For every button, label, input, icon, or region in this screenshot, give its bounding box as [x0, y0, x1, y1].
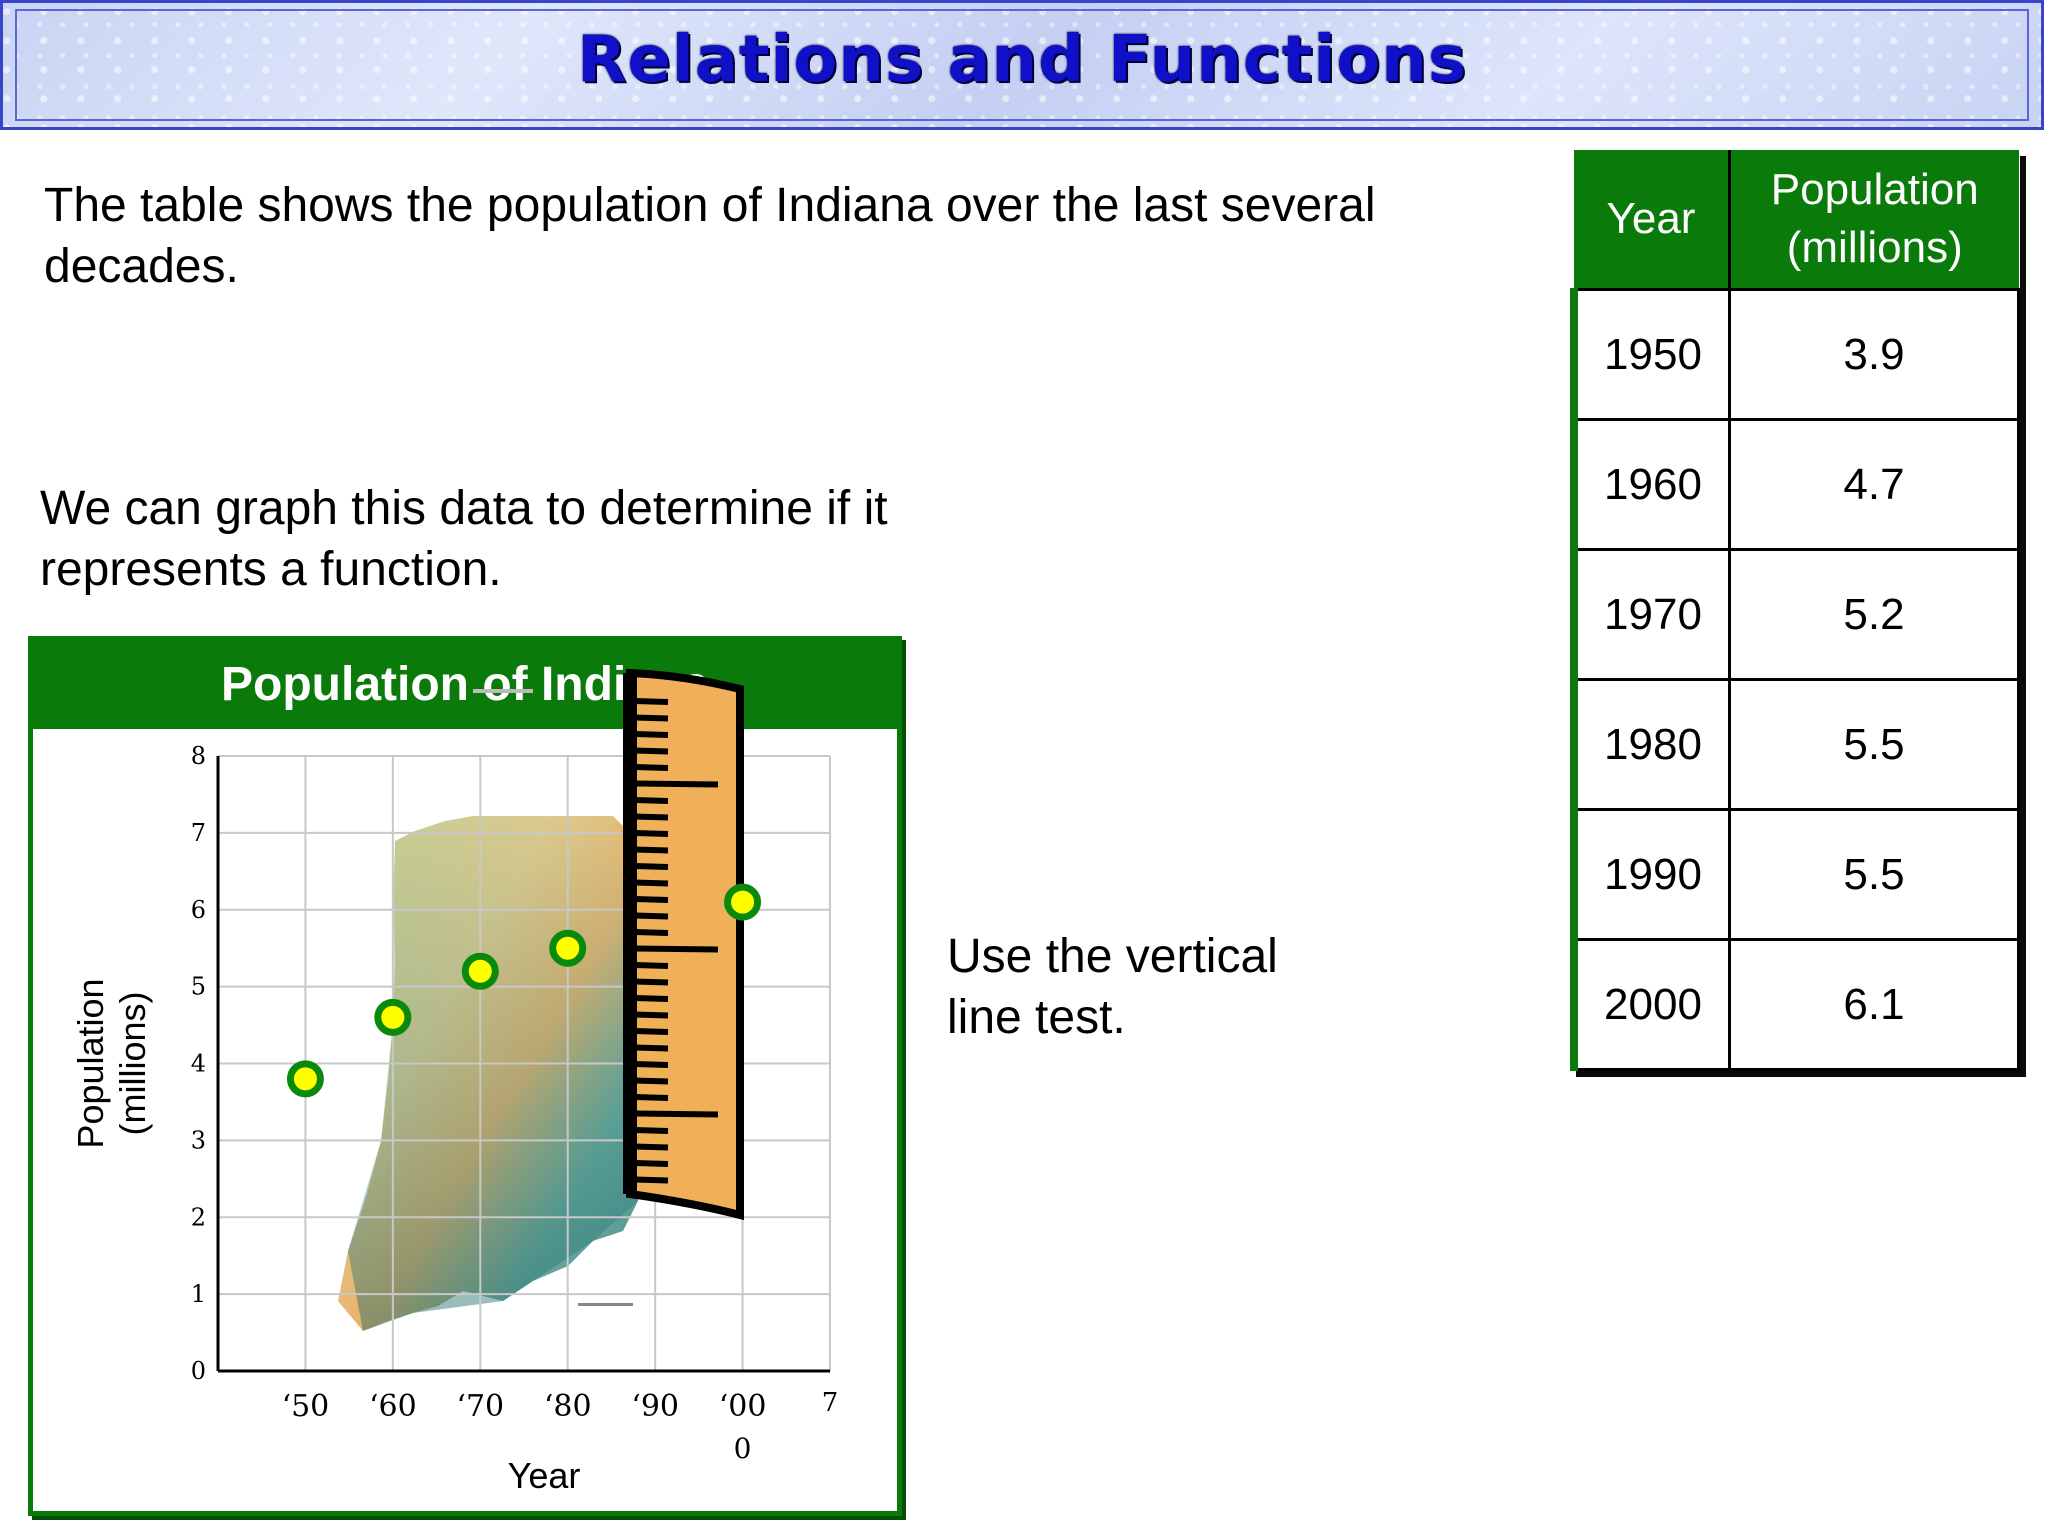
ruler-tick [632, 896, 669, 903]
chart-panel: Population of Indiana 0 1 2 3 4 5 6 7 8 … [28, 636, 902, 1516]
table-row: 1980 5.5 [1570, 678, 2020, 811]
year-cell: 1950 [1570, 288, 1731, 421]
ruler-tick [632, 698, 669, 705]
column-header-population: Population (millions) [1729, 150, 2019, 290]
table-row: 1950 3.9 [1570, 288, 2020, 421]
year-cell: 1960 [1570, 418, 1731, 551]
x-tick-label: ‘80 [544, 1389, 592, 1424]
ruler-tick [632, 912, 669, 920]
population-chart: 0 1 2 3 4 5 6 7 8 ‘50 ‘60 ‘70 ‘80 ‘90 ‘00 0 7 Year Populat… [70, 668, 839, 1496]
ruler-tick [632, 1143, 669, 1151]
x-axis-title: Year [508, 1455, 581, 1496]
table-row: 1960 4.7 [1570, 418, 2020, 551]
x-tick-label: ‘00 [719, 1389, 767, 1424]
y-tick-label: 0 [191, 1357, 206, 1385]
y-tick-label: 5 [191, 973, 206, 1001]
ruler-tick [632, 1110, 719, 1118]
year-cell: 1970 [1570, 548, 1731, 681]
y-tick-label: 2 [191, 1203, 206, 1231]
ruler-tick [632, 962, 669, 969]
x-tick-label: ‘70 [456, 1389, 504, 1424]
y-tick-label: 6 [191, 896, 206, 924]
table-row: 1970 5.2 [1570, 548, 2020, 681]
data-point [549, 929, 587, 967]
ruler-tick [632, 1127, 669, 1134]
population-cell: 3.9 [1728, 288, 2020, 421]
graph-explanation-text: We can graph this data to determine if i… [40, 482, 888, 596]
ruler-tick [632, 797, 669, 804]
data-point [461, 952, 499, 990]
ruler-tick [632, 764, 669, 771]
ruler-tick [632, 995, 669, 1002]
slide-title: Relations and Functions [577, 23, 1467, 97]
ruler-tick [632, 830, 669, 837]
population-cell: 5.2 [1728, 548, 2020, 681]
ruler-tick [632, 846, 669, 854]
ruler-tick [632, 747, 669, 755]
x-tick-label-extra: 0 [734, 1432, 752, 1465]
ruler-tick [632, 879, 669, 887]
y-tick-label: 1 [191, 1280, 206, 1308]
x-tick-label: ‘60 [369, 1389, 417, 1424]
ruler-tick [632, 978, 669, 986]
y-tick-label: 7 [191, 819, 206, 847]
y-tick-label: 4 [191, 1050, 206, 1078]
data-point [286, 1060, 324, 1098]
x-tick-label: ‘90 [631, 1389, 679, 1424]
table-header-row: Year Population (millions) [1574, 150, 2019, 290]
vertical-line-test-text: Use the vertical line test. [947, 930, 1278, 1044]
table-row: 2000 6.1 [1570, 938, 2020, 1071]
population-cell: 6.1 [1728, 938, 2020, 1071]
year-cell: 2000 [1570, 938, 1731, 1071]
intro-text: The table shows the population of Indian… [44, 179, 1376, 293]
data-point [724, 883, 762, 921]
data-point [374, 998, 412, 1036]
ruler-tick [632, 1094, 669, 1101]
table-row: 1990 5.5 [1570, 808, 2020, 941]
ruler-tick [632, 1176, 669, 1184]
map-scale-mark [578, 1303, 633, 1306]
ruler-tick [632, 945, 719, 953]
ruler-tick [632, 863, 669, 870]
population-cell: 5.5 [1728, 808, 2020, 941]
ruler-tick [632, 780, 719, 788]
ruler-tick [632, 1160, 669, 1167]
year-cell: 1980 [1570, 678, 1731, 811]
map-label-mark [473, 689, 533, 693]
x-tick-label: ‘50 [282, 1389, 330, 1424]
ruler-tick [632, 1061, 669, 1068]
y-tick-label: 8 [191, 742, 206, 770]
ruler-tick [632, 1044, 669, 1052]
population-cell: 5.5 [1728, 678, 2020, 811]
title-banner: Relations and Functions [0, 0, 2044, 130]
column-header-year: Year [1574, 150, 1731, 290]
population-table: Year Population (millions) 1950 3.9 1960… [1570, 150, 2020, 1071]
ruler-tick [632, 1011, 669, 1019]
year-cell: 1990 [1570, 808, 1731, 941]
y-tick-label: 3 [191, 1126, 206, 1154]
ruler-tick [632, 1077, 669, 1085]
ruler-icon [623, 668, 744, 1221]
ruler-tick [632, 714, 669, 722]
population-cell: 4.7 [1728, 418, 2020, 551]
x-tick-label-extra: 7 [822, 1388, 839, 1418]
y-axis-title: Population(millions) [70, 978, 153, 1148]
ruler-tick [632, 731, 669, 738]
ruler-tick [632, 1028, 669, 1035]
ruler-tick [632, 813, 669, 821]
ruler-tick [632, 929, 669, 936]
